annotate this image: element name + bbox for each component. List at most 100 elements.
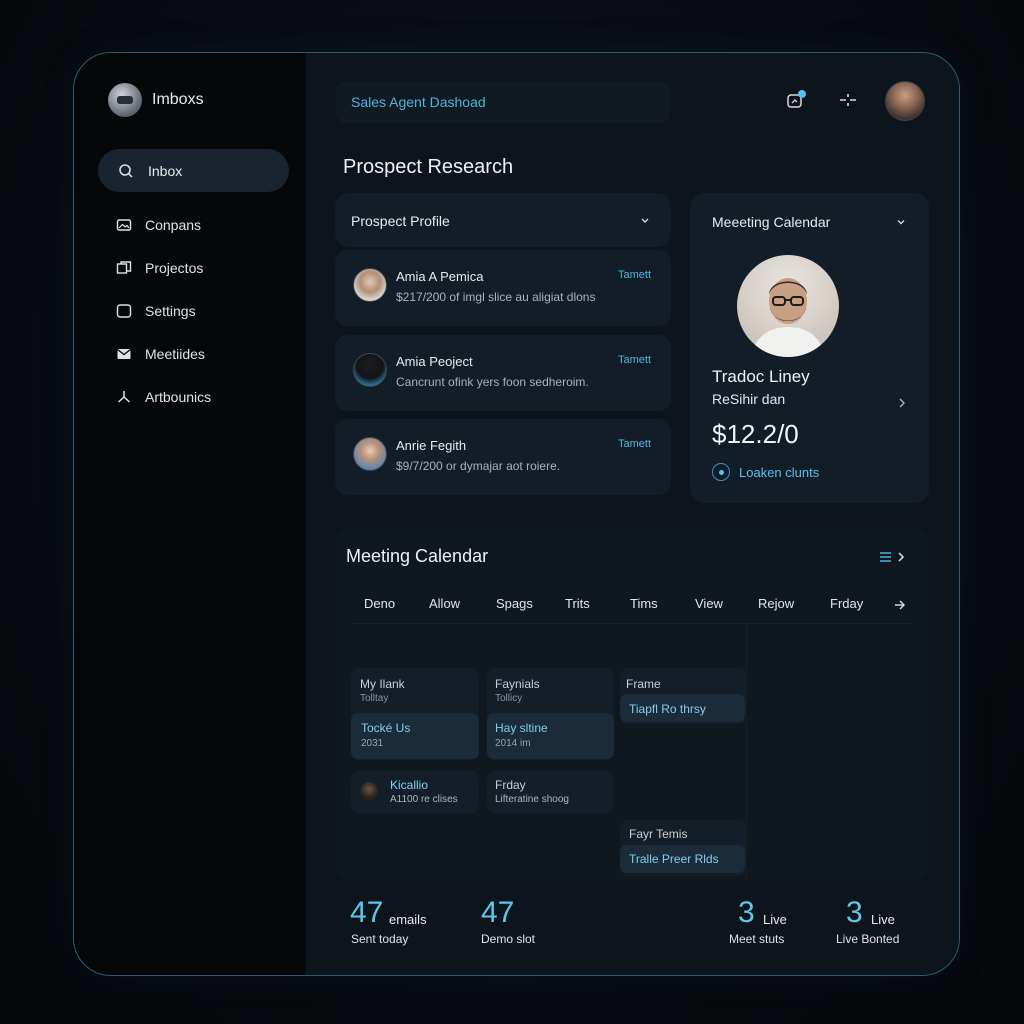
prospect-name: Amia A Pemica [396,269,484,284]
calendar-panel: Meeting Calendar Deno Allow Spags Trits … [335,528,929,880]
prospect-tag[interactable]: Tamett [618,269,651,281]
event-title: Tiapfl Ro thrsy [629,702,706,716]
event-title: Faynials [495,677,540,691]
sidebar-item-meetiides[interactable]: Meetiides [116,346,205,362]
stat-unit: Live [871,912,895,927]
sidebar-item-label: Conpans [145,217,202,233]
event-title: Frame [626,677,661,691]
brand-name: Imboxs [152,91,204,108]
calendar-day[interactable]: Spags [496,596,533,611]
event-title: My Ilank [360,677,405,691]
meeting-card: Meeeting Calendar Tradoc Liney ReSihir d… [690,193,929,503]
main-content: Sales Agent Dashoad Prospect Research Pr… [306,53,959,975]
event-sub: A1100 re clises [390,794,458,805]
calendar-event-highlight[interactable] [351,713,479,759]
stat-number: 3 [738,896,755,929]
calendar-day[interactable]: Tims [630,596,658,611]
stat-label: Demo slot [481,932,536,946]
list-item[interactable]: Amia Peoject Cancrunt ofink yers foon se… [335,335,671,411]
sidebar-item-conpans[interactable]: Conpans [116,217,201,233]
prospect-desc: Cancrunt ofink yers foon sedheroim. [396,375,589,389]
event-sub: Tollicy [495,693,523,704]
menu-chevron-icon[interactable] [879,550,909,569]
image-icon [116,217,132,233]
list-item[interactable]: Anrie Fegith $9/7/200 or dymajar aot roi… [335,419,671,495]
folders-icon [116,260,132,276]
app-window: Imboxs Inbox Conpans Projectos Settings [73,52,960,976]
chevron-down-icon[interactable] [639,213,651,231]
prospect-tag[interactable]: Tamett [618,438,651,450]
calendar-day[interactable]: Frday [830,596,863,611]
event-title: Fayr Temis [629,827,688,841]
contact-name: Tradoc Liney [712,367,810,386]
page-title: Prospect Research [343,156,514,178]
calendar-day[interactable]: Rejow [758,596,794,611]
event-sub: 2014 im [495,738,531,749]
calendar-title: Meeting Calendar [346,546,489,566]
mail-icon [116,346,132,362]
sidebar-item-projectos[interactable]: Projectos [116,260,203,276]
contact-role: ReSihir dan [712,391,786,407]
search-icon [118,163,134,179]
link-icon [712,463,730,481]
event-title: Frday [495,778,526,792]
share-icon [116,389,132,405]
stat-unit: Live [763,912,787,927]
stat-number: 3 [846,896,863,929]
sidebar-item-label: Inbox [148,162,183,179]
calendar-event-highlight[interactable] [487,713,614,759]
brand-logo-icon [108,83,142,117]
calendar-day[interactable]: Deno [364,596,395,611]
prospect-desc: $217/200 of imgl slice au aligiat dlons [396,290,596,304]
avatar [353,353,387,387]
brand[interactable]: Imboxs [108,83,204,117]
calendar-day[interactable]: Allow [429,596,460,611]
calendar-day[interactable]: View [695,596,723,611]
card-title: Meeeting Calendar [712,214,831,230]
sidebar-item-settings[interactable]: Settings [116,303,196,319]
calendar-event[interactable] [487,770,614,814]
sidebar-item-label: Artbounics [145,389,212,405]
prospect-name: Anrie Fegith [396,438,467,453]
event-sub: Tolltay [360,693,389,704]
prospect-profile-header[interactable]: Prospect Profile [335,193,671,247]
avatar [360,782,378,800]
settings-sliders-icon[interactable] [837,89,859,111]
stat-number: 47 [481,896,515,929]
stat-unit: emails [389,912,427,927]
stat-label: Live Bonted [836,932,900,946]
event-sub: Lifteratine shoog [495,794,569,805]
stat-number: 47 [350,896,384,929]
sidebar-item-inbox[interactable]: Inbox [98,149,289,192]
contact-photo [737,255,839,357]
event-title: Tocké Us [361,721,411,735]
avatar [353,437,387,471]
event-sub: 2031 [361,738,384,749]
event-title: Hay sltine [495,721,548,735]
square-icon [116,303,132,319]
sidebar-item-label: Settings [145,303,196,319]
card-title: Prospect Profile [351,213,450,229]
sidebar-item-label: Projectos [145,260,204,276]
contact-amount: $12.2/0 [712,419,799,449]
chevron-right-icon[interactable] [897,396,907,414]
contact-link[interactable]: Loaken clunts [739,465,819,480]
sidebar: Imboxs Inbox Conpans Projectos Settings [74,53,306,975]
user-avatar[interactable] [885,81,925,121]
grid-line [351,623,913,624]
chevron-down-icon[interactable] [895,215,907,233]
avatar [353,268,387,302]
search-input[interactable]: Sales Agent Dashoad [336,81,670,123]
prospect-desc: $9/7/200 or dymajar aot roiere. [396,459,561,473]
search-text: Sales Agent Dashoad [351,94,486,110]
notification-icon[interactable] [785,89,807,111]
calendar-day[interactable]: Trits [565,596,590,611]
list-item[interactable]: Amia A Pemica $217/200 of imgl slice au … [335,250,671,326]
stat-label: Meet stuts [729,932,785,946]
sidebar-item-artbounics[interactable]: Artbounics [116,389,211,405]
arrow-right-icon[interactable] [893,598,907,616]
sidebar-item-label: Meetiides [145,346,205,362]
prospect-tag[interactable]: Tamett [618,354,651,366]
event-title: Tralle Preer Rlds [629,852,719,866]
stat-label: Sent today [351,932,409,946]
